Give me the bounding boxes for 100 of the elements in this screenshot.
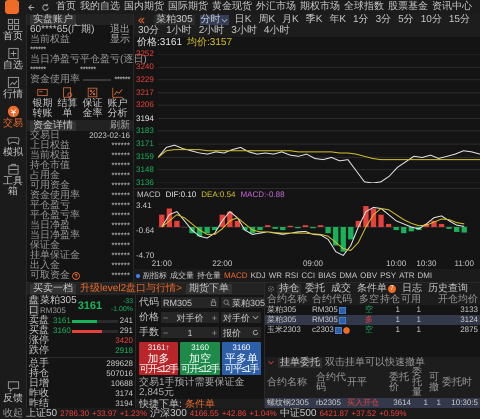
period-tab[interactable]: 年K	[328, 15, 348, 25]
nav-menu-item[interactable]: 外汇市场	[255, 2, 297, 12]
period-tab[interactable]: 2小时	[198, 26, 226, 36]
indicator-tab[interactable]: DMI	[417, 270, 432, 280]
period-tab[interactable]: 1分	[352, 15, 370, 25]
series-name: 价格	[137, 38, 157, 48]
axis-label: 3.41	[136, 202, 152, 210]
indicator-tab[interactable]: RSI	[285, 270, 298, 280]
indicator-tab[interactable]: KDJ	[250, 270, 266, 280]
rail-label[interactable]: 首页	[3, 32, 23, 42]
nav-menu-item[interactable]: 资讯中心	[431, 2, 473, 12]
axis-label: 11:00	[454, 260, 474, 268]
indicator-tab[interactable]: DMA	[339, 270, 358, 280]
indicator-tab[interactable]: OBV	[360, 270, 378, 280]
rail-label[interactable]: 行情	[3, 90, 23, 100]
upgrade-link[interactable]: 升级level2盘口与行情>	[80, 284, 182, 294]
period-tab[interactable]: 月K	[281, 15, 300, 25]
nav-menu-item[interactable]: 期权市场	[299, 2, 341, 12]
table-row[interactable]: 菜粕305 RM305 空 1 1 3133	[265, 305, 480, 315]
period-tab[interactable]: 5分	[397, 15, 415, 25]
shortcut-label[interactable]: 保证金率	[82, 99, 102, 119]
price-type-select[interactable]: 对手价	[221, 312, 261, 323]
indicator-tab[interactable]: PSY	[380, 270, 396, 280]
rail-label[interactable]: 模拟	[3, 148, 23, 158]
axis-label: -0.64	[136, 226, 154, 235]
period-tab[interactable]: 1小时	[165, 26, 193, 36]
field-label: 当日净盈亏	[30, 55, 80, 65]
panel-tab[interactable]: 期货下单	[186, 284, 232, 294]
positions-tab[interactable]: 持仓	[277, 284, 301, 294]
nav-menu-item[interactable]: 国内期货	[123, 2, 165, 12]
indicator-tab[interactable]: BIAS	[318, 270, 336, 280]
panel-tab[interactable]: 实盘账户	[30, 14, 76, 24]
nav-menu-item[interactable]: 国际期货	[167, 2, 209, 12]
logout-link[interactable]: 退出	[110, 25, 130, 35]
period-tab[interactable]: 季K	[304, 15, 324, 25]
table-cell-text: 螺纹钢2305	[267, 398, 310, 408]
period-tab[interactable]: 3小时	[230, 26, 258, 36]
price-stepper[interactable]: − 对手价 +	[161, 312, 219, 323]
masked-value: ******	[30, 45, 46, 54]
rail-label[interactable]: 自选	[3, 61, 23, 71]
dea-reading: :0.54	[218, 190, 236, 200]
show-toggle[interactable]: 显示	[110, 35, 130, 45]
search-field[interactable]: 菜粕305	[221, 297, 268, 308]
axis-label: 3159	[136, 153, 154, 162]
positions-tab[interactable]: 日志	[400, 284, 424, 294]
nav-menu-item[interactable]: 黄金现货	[211, 2, 253, 12]
order-button[interactable]: 3160 加空 可开≤12手	[180, 342, 220, 375]
period-tab[interactable]: 分时	[200, 15, 229, 25]
conditional-order-link[interactable]: 条件单	[184, 400, 215, 410]
table-row[interactable]: 玉米2303 c2303 空 1 1 2875	[265, 325, 480, 335]
period-tab[interactable]: 10分	[420, 15, 443, 25]
table-row[interactable]: 螺纹钢2305 rb2305 买入开仓 3614 1 1 10:30:5	[265, 398, 480, 408]
shortcut-label[interactable]: 银期转账	[32, 99, 52, 119]
nav-menu-item[interactable]: 首页	[55, 2, 77, 12]
rail-label[interactable]: 工具箱	[3, 177, 23, 197]
indicator-tab[interactable]: 持仓量	[197, 270, 221, 280]
rail-label[interactable]: 交易	[3, 119, 23, 129]
order-button[interactable]: 3161↑ 加多 可开≤12手	[139, 342, 178, 375]
nav-menu-item[interactable]: 股票基金	[387, 2, 429, 12]
level-price: 3160	[53, 326, 70, 336]
period-tab[interactable]: 3分	[374, 15, 392, 25]
code-field[interactable]: RM305	[161, 297, 219, 308]
indicator-dropdown[interactable]: MACD	[137, 190, 161, 200]
period-tab[interactable]: 15分	[448, 15, 471, 25]
column-header: 委托时	[442, 378, 473, 388]
nav-menu-item[interactable]: 我的自选	[79, 2, 121, 12]
order-button[interactable]: 3160 平多单 可平≤1手	[222, 342, 261, 375]
positions-tab[interactable]: 委托	[303, 284, 327, 294]
indicator-tab[interactable]: WR	[268, 270, 282, 280]
field-label: 买盘	[29, 326, 50, 336]
indicator-tab[interactable]: 副指标	[143, 270, 167, 280]
nav-menu-item[interactable]: 全球指数	[343, 2, 385, 12]
field-label: 当日净盈率	[30, 231, 80, 241]
indicator-tab[interactable]: CCI	[301, 270, 316, 280]
period-tab[interactable]: 日K	[234, 15, 252, 25]
shortcut-label[interactable]: 账户分析	[108, 99, 128, 119]
field-value: 2023-02-16	[89, 131, 130, 141]
indicator-tab[interactable]: ATR	[399, 270, 414, 280]
collapse-link[interactable]: 收起	[3, 408, 23, 418]
period-tab[interactable]: 周K	[257, 15, 276, 25]
table-row[interactable]: 菜粕305 RM305 多 1 1 3124	[265, 315, 480, 325]
positions-tab[interactable]: 历史查询	[426, 284, 470, 294]
field-label: 交易日	[30, 131, 60, 141]
indicator-tab[interactable]: MACD	[224, 270, 248, 280]
rail-label[interactable]: 反馈	[3, 394, 23, 404]
period-tab[interactable]: 4小时	[262, 26, 290, 36]
series-name: MACD	[240, 190, 264, 200]
positions-tab[interactable]: 成交	[329, 284, 353, 294]
pending-tab[interactable]: 挂单委托	[278, 358, 322, 368]
indicator-tab[interactable]: 成交量	[170, 270, 194, 280]
field-value: 10688	[110, 379, 133, 389]
axis-label: 3206	[136, 101, 154, 110]
quote-button[interactable]: 报价	[221, 327, 261, 338]
table-cell-text: 菜粕305	[267, 315, 298, 325]
refresh-link[interactable]: 刷新	[110, 120, 130, 130]
period-tab[interactable]: 30分	[137, 26, 160, 36]
quantity-stepper[interactable]: − 1 +	[161, 327, 219, 338]
panel-tab[interactable]: 买卖一档	[30, 284, 76, 294]
shortcut-label[interactable]: 结算单	[58, 99, 78, 119]
panel-tab[interactable]: 资金详情	[30, 120, 76, 130]
